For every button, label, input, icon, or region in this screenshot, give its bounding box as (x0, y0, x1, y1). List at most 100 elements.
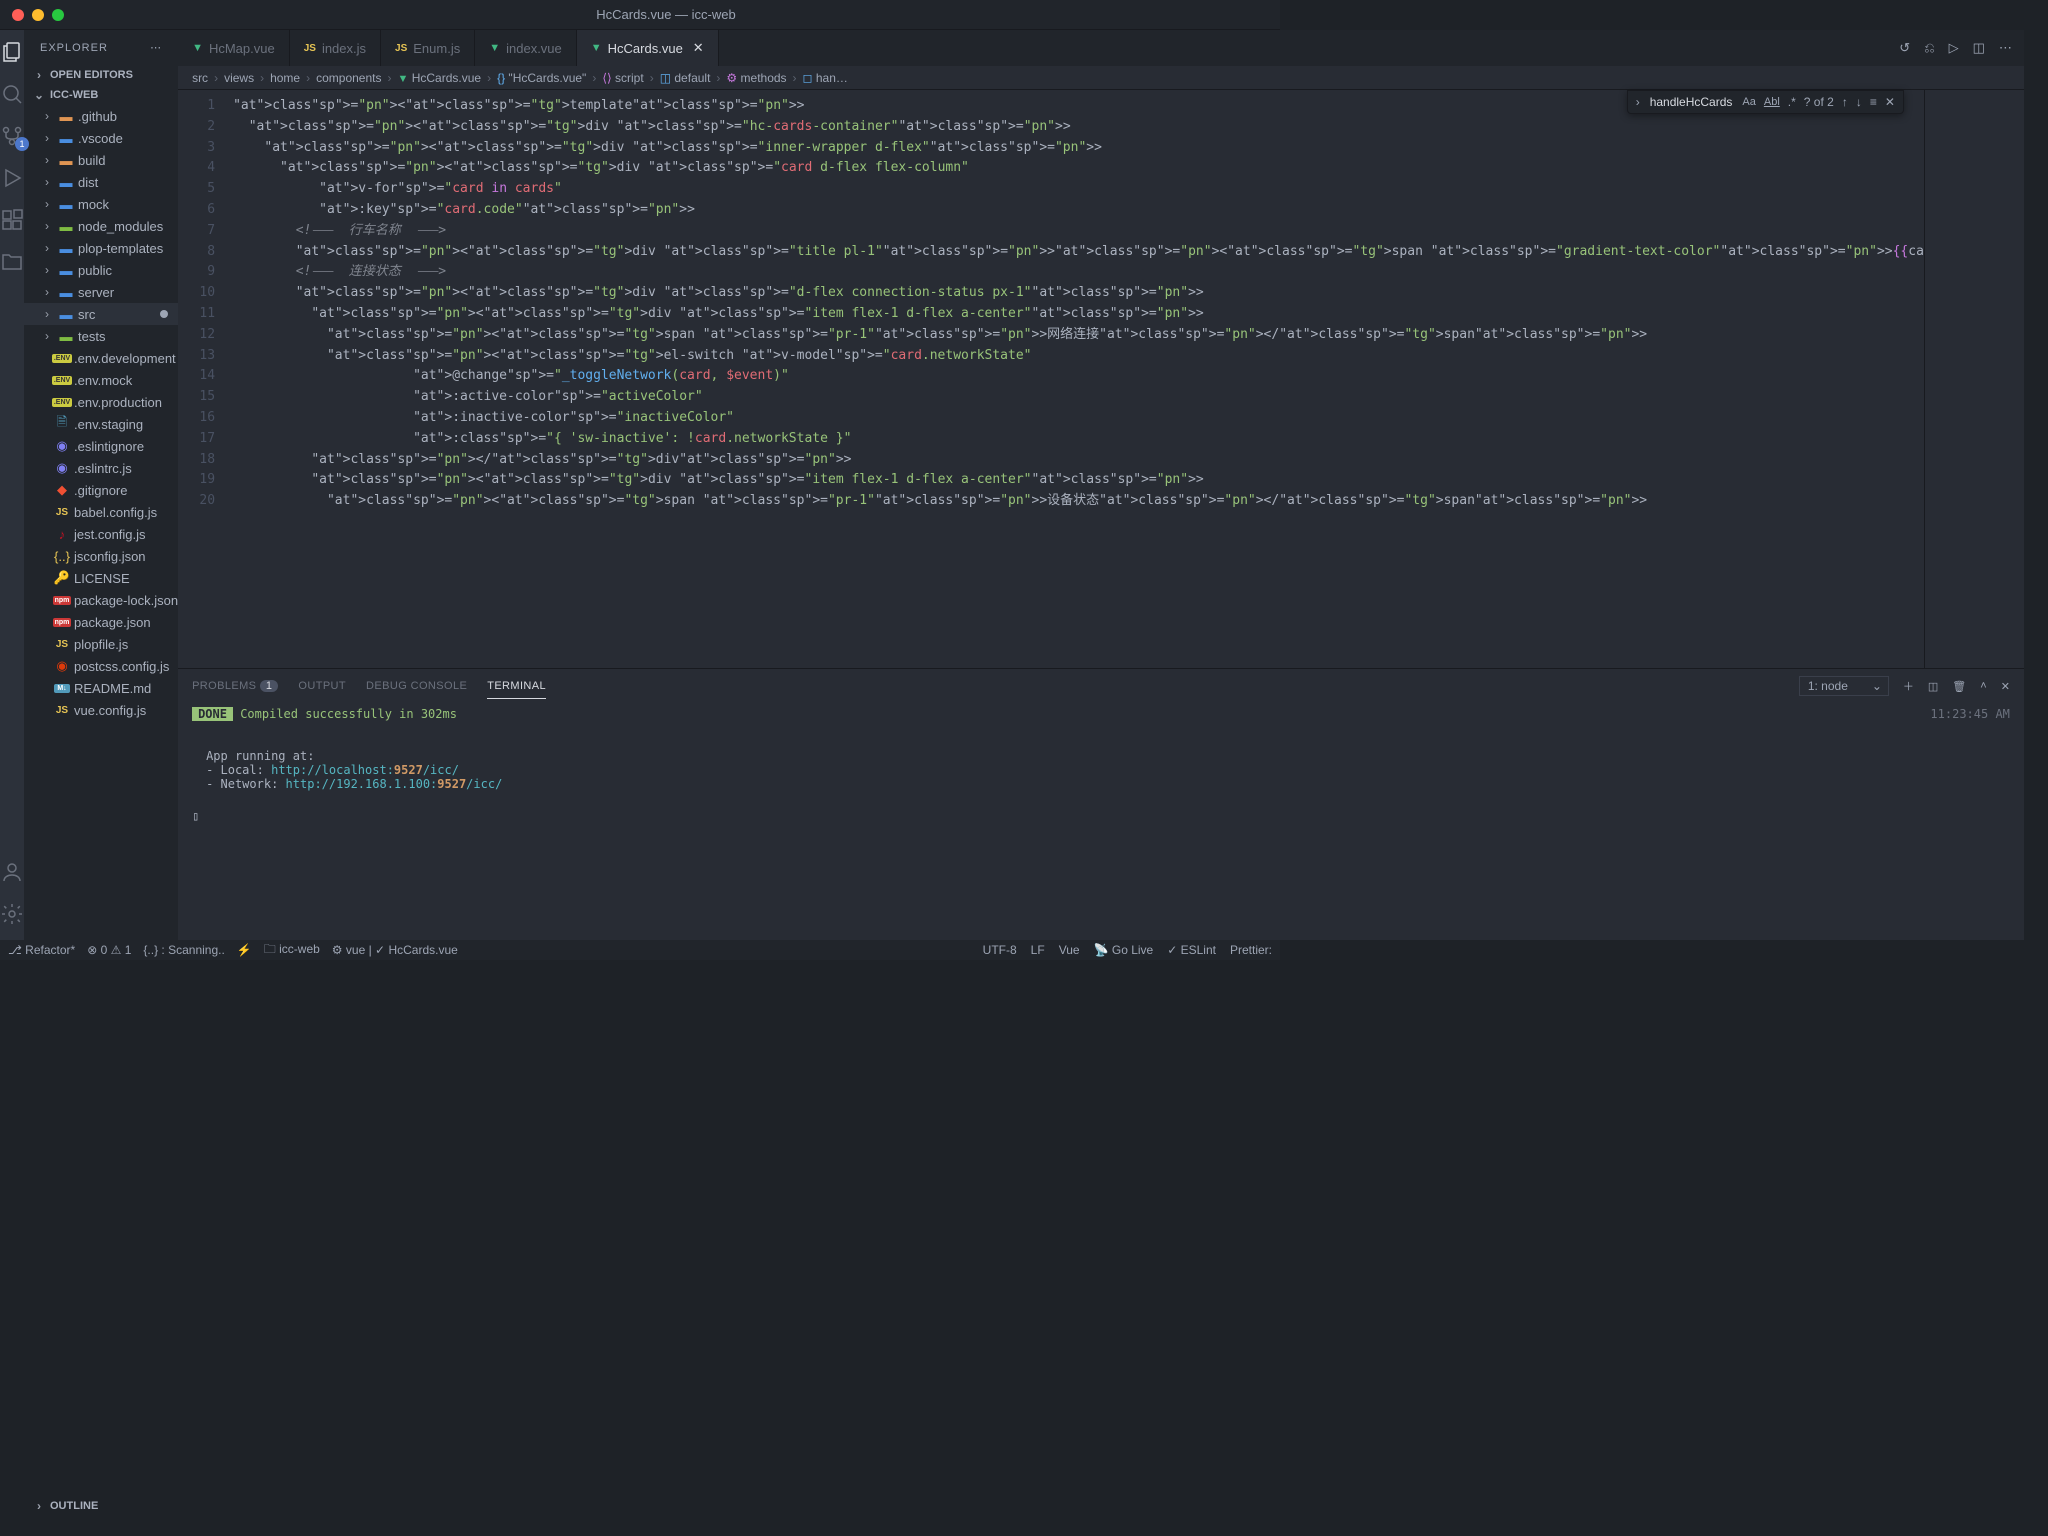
code-content[interactable]: "at">class"sp">="pn"><"at">class"sp">="t… (233, 90, 1924, 668)
encoding-status[interactable]: UTF-8 (983, 943, 1017, 957)
breadcrumb-item[interactable]: ◫ default (660, 71, 711, 85)
breadcrumb-item[interactable]: {} "HcCards.vue" (497, 71, 586, 85)
file-item[interactable]: ◉.eslintignore (24, 435, 178, 457)
prettier-status[interactable]: Prettier: (1230, 943, 1272, 957)
debug-console-tab[interactable]: DEBUG CONSOLE (366, 674, 467, 698)
folder-item[interactable]: ›▬build (24, 149, 178, 171)
folder-item[interactable]: ›▬dist (24, 171, 178, 193)
branch-status[interactable]: ⎇ Refactor* (8, 943, 75, 957)
more-icon[interactable]: ⋯ (150, 41, 162, 54)
code-editor[interactable]: 1234567891011121314151617181920 "at">cla… (178, 90, 2024, 668)
file-item[interactable]: npmpackage-lock.json (24, 589, 178, 611)
diff-icon[interactable]: ⎌ (1924, 40, 1934, 56)
editor-tab[interactable]: ▼HcCards.vue✕ (577, 30, 719, 66)
more-actions-icon[interactable]: ⋯ (1999, 40, 2012, 56)
editor-tab[interactable]: ▼HcMap.vue (178, 30, 290, 66)
breadcrumb-item[interactable]: ⚙ methods (726, 71, 786, 85)
breadcrumb-item[interactable]: home (270, 71, 300, 85)
eol-status[interactable]: LF (1031, 943, 1045, 957)
extensions-icon[interactable] (0, 208, 24, 232)
network-url[interactable]: http://192.168.1.100:9527/icc/ (286, 777, 503, 791)
scm-icon[interactable]: 1 (0, 124, 24, 148)
terminal-output[interactable]: DONE Compiled successfully in 302ms11:23… (178, 703, 2024, 940)
folder-item[interactable]: ›▬src (24, 303, 178, 325)
close-tab-icon[interactable]: ✕ (693, 40, 704, 56)
breadcrumb-item[interactable]: views (224, 71, 254, 85)
terminal-tab[interactable]: TERMINAL (487, 674, 546, 699)
search-icon[interactable] (0, 82, 24, 106)
close-panel-icon[interactable]: ✕ (2001, 680, 2010, 693)
problems-tab[interactable]: PROBLEMS 1 (192, 674, 278, 698)
timeline-icon[interactable]: ↺ (1899, 40, 1910, 56)
close-find-icon[interactable]: ✕ (1885, 95, 1895, 109)
file-item[interactable]: ◉postcss.config.js (24, 655, 178, 677)
folder-status[interactable]: 🗀 icc-web (264, 940, 320, 961)
live-share-icon[interactable]: ⚡ (237, 943, 252, 957)
open-editors-section[interactable]: ›OPEN EDITORS (24, 65, 178, 85)
folder-item[interactable]: ›▬.github (24, 105, 178, 127)
split-editor-icon[interactable]: ◫ (1973, 40, 1985, 56)
output-tab[interactable]: OUTPUT (298, 674, 346, 698)
breadcrumb-item[interactable]: src (192, 71, 208, 85)
folder-item[interactable]: ›▬mock (24, 193, 178, 215)
workspace-section[interactable]: ⌄ICC-WEB (24, 85, 178, 105)
kill-terminal-icon[interactable]: 🗑 (1952, 680, 1966, 693)
eslint-status[interactable]: ✓ ESLint (1167, 943, 1216, 957)
golive-status[interactable]: 📡 Go Live (1094, 943, 1154, 957)
file-item[interactable]: 🔑LICENSE (24, 567, 178, 589)
problems-status[interactable]: ⊗ 0 ⚠ 1 (87, 943, 131, 957)
folder-item[interactable]: ›▬plop-templates (24, 237, 178, 259)
new-terminal-icon[interactable]: ＋ (1903, 678, 1914, 694)
maximize-window[interactable] (52, 9, 64, 21)
file-item[interactable]: ◆.gitignore (24, 479, 178, 501)
vue-context[interactable]: ⚙ vue | ✓ HcCards.vue (332, 943, 458, 957)
folder-item[interactable]: ›▬public (24, 259, 178, 281)
prev-match-icon[interactable]: ↑ (1842, 95, 1848, 109)
file-item[interactable]: .ENV.env.mock (24, 369, 178, 391)
folder-item[interactable]: ›▬.vscode (24, 127, 178, 149)
file-item[interactable]: .ENV.env.production (24, 391, 178, 413)
minimap[interactable] (1924, 90, 2024, 668)
local-url[interactable]: http://localhost:9527/icc/ (271, 763, 459, 777)
close-window[interactable] (12, 9, 24, 21)
file-item[interactable]: M↓README.md (24, 677, 178, 699)
match-case-icon[interactable]: Aa (1742, 96, 1755, 108)
find-widget[interactable]: › handleHcCards Aa Abl .* ? of 2 ↑ ↓ ≡ ✕ (1627, 90, 1904, 114)
breadcrumb-item[interactable]: ⟨⟩ script (602, 71, 643, 85)
outline-section[interactable]: ›OUTLINE (24, 1496, 276, 1516)
regex-icon[interactable]: .* (1788, 95, 1796, 109)
scanning-status[interactable]: {..} : Scanning.. (143, 943, 224, 957)
breadcrumb-item[interactable]: components (316, 71, 381, 85)
file-item[interactable]: JSbabel.config.js (24, 501, 178, 523)
folder-item[interactable]: ›▬server (24, 281, 178, 303)
file-item[interactable]: npmpackage.json (24, 611, 178, 633)
file-item[interactable]: 🗎.env.staging (24, 413, 178, 435)
project-icon[interactable] (0, 250, 24, 274)
minimize-window[interactable] (32, 9, 44, 21)
file-item[interactable]: JSplopfile.js (24, 633, 178, 655)
chevron-right-icon[interactable]: › (1636, 95, 1640, 109)
file-item[interactable]: ◉.eslintrc.js (24, 457, 178, 479)
debug-icon[interactable] (0, 166, 24, 190)
split-terminal-icon[interactable]: ◫ (1928, 680, 1938, 693)
language-status[interactable]: Vue (1059, 943, 1080, 957)
breadcrumb[interactable]: src›views›home›components›▼ HcCards.vue›… (178, 66, 2024, 90)
run-icon[interactable]: ▷ (1949, 40, 1959, 56)
explorer-icon[interactable] (0, 40, 24, 64)
editor-tab[interactable]: JSindex.js (290, 30, 381, 66)
next-match-icon[interactable]: ↓ (1856, 95, 1862, 109)
file-item[interactable]: ♪jest.config.js (24, 523, 178, 545)
settings-icon[interactable] (0, 902, 24, 926)
editor-tab[interactable]: ▼index.vue (475, 30, 577, 66)
whole-word-icon[interactable]: Abl (1764, 96, 1780, 108)
file-item[interactable]: JSvue.config.js (24, 699, 178, 721)
find-input[interactable]: handleHcCards (1650, 95, 1733, 109)
find-filter-icon[interactable]: ≡ (1870, 95, 1877, 109)
file-item[interactable]: .ENV.env.development (24, 347, 178, 369)
maximize-panel-icon[interactable]: ˄ (1980, 680, 1986, 692)
breadcrumb-item[interactable]: ▼ HcCards.vue (397, 71, 481, 85)
file-item[interactable]: {..}jsconfig.json (24, 545, 178, 567)
terminal-task-select[interactable]: 1: node⌄ (1799, 676, 1889, 696)
account-icon[interactable] (0, 860, 24, 884)
folder-item[interactable]: ›▬tests (24, 325, 178, 347)
